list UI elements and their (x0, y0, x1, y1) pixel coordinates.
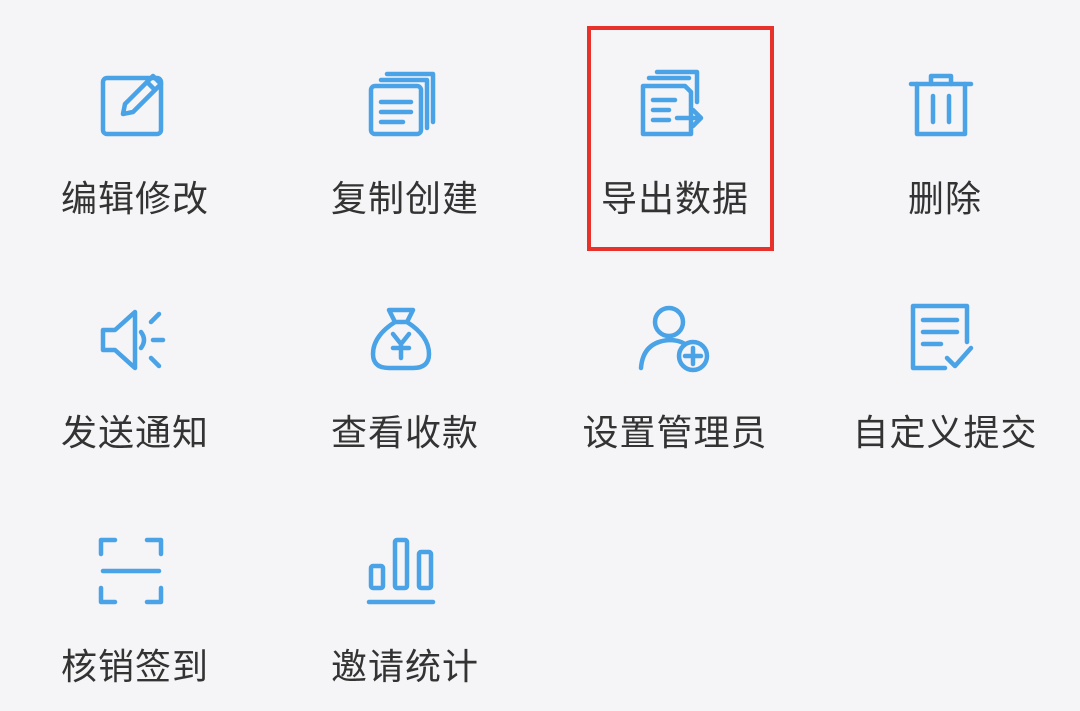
custom-submit-label: 自定义提交 (852, 413, 1038, 454)
bar-chart-icon (365, 536, 445, 616)
delete-button[interactable]: 删除 (810, 68, 1080, 268)
checkin-verify-button[interactable]: 核销签到 (0, 536, 270, 711)
form-check-icon (905, 302, 985, 382)
copy-create-label: 复制创建 (330, 179, 479, 220)
speaker-icon (95, 302, 175, 382)
money-bag-icon (365, 302, 445, 382)
view-payments-label: 查看收款 (330, 413, 479, 454)
edit-label: 编辑修改 (60, 179, 209, 220)
edit-icon (95, 68, 175, 148)
invite-stats-label: 邀请统计 (330, 647, 479, 688)
send-notification-button[interactable]: 发送通知 (0, 302, 270, 502)
invite-stats-button[interactable]: 邀请统计 (270, 536, 540, 711)
send-notification-label: 发送通知 (60, 413, 209, 454)
view-payments-button[interactable]: 查看收款 (270, 302, 540, 502)
set-admin-button[interactable]: 设置管理员 (540, 302, 810, 502)
add-user-icon (635, 302, 715, 382)
export-data-button[interactable]: 导出数据 (540, 68, 810, 268)
edit-button[interactable]: 编辑修改 (0, 68, 270, 268)
export-data-label: 导出数据 (600, 179, 749, 220)
copy-icon (365, 68, 445, 148)
set-admin-label: 设置管理员 (582, 413, 768, 454)
copy-create-button[interactable]: 复制创建 (270, 68, 540, 268)
custom-submit-button[interactable]: 自定义提交 (810, 302, 1080, 502)
export-icon (635, 68, 715, 148)
scan-icon (95, 536, 175, 616)
trash-icon (905, 68, 985, 148)
checkin-verify-label: 核销签到 (60, 647, 209, 688)
delete-label: 删除 (907, 179, 982, 220)
action-menu-grid: 编辑修改 复制创建 导出数据 删除 发送通知 查看收款 设置管理员 自定义提交 … (0, 0, 1080, 711)
